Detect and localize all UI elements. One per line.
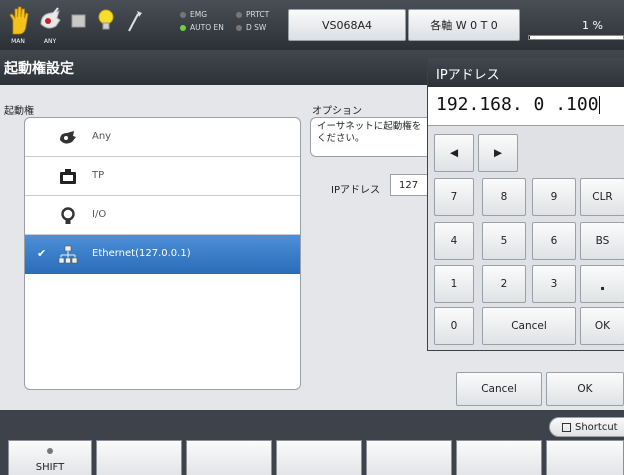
teach-pendant-icon xyxy=(58,167,78,187)
list-item-label: Any xyxy=(92,131,112,142)
ip-value-display[interactable]: 192.168. 0 .100 xyxy=(428,87,624,126)
list-item-label: Ethernet(127.0.0.1) xyxy=(92,248,191,259)
key-8[interactable]: 8 xyxy=(482,178,526,216)
shortcut-button[interactable]: Shortcut xyxy=(549,417,624,437)
tool-icon[interactable] xyxy=(120,4,148,46)
list-item-tp[interactable]: TP xyxy=(25,157,300,196)
list-item-ethernet[interactable]: ✔ Ethernet(127.0.0.1) xyxy=(25,235,300,274)
list-item-label: TP xyxy=(92,170,105,181)
decimal-point-button[interactable]: . xyxy=(580,265,624,303)
speed-percent: 1 % xyxy=(582,19,603,32)
shift-label: SHIFT xyxy=(35,462,65,473)
dsw-label: D SW xyxy=(246,23,267,32)
shift-led-icon xyxy=(47,448,53,454)
function-key-1[interactable] xyxy=(96,440,182,475)
ip-address-label: IPアドレス xyxy=(331,185,380,196)
speed-bar-fill xyxy=(529,36,530,39)
speed-indicator[interactable]: 1 % xyxy=(522,9,624,41)
manual-mode-icon[interactable]: MAN xyxy=(4,4,32,46)
io-bulb-icon xyxy=(58,206,78,226)
keypad-title: IPアドレス xyxy=(428,58,624,87)
function-key-4[interactable] xyxy=(366,440,452,475)
cursor-right-button[interactable]: ▶ xyxy=(478,134,518,172)
dsw-indicator-icon xyxy=(236,24,242,31)
any-mode-icon[interactable]: ANY xyxy=(36,4,64,46)
options-header: オプション xyxy=(312,106,362,117)
prtct-indicator-icon xyxy=(236,11,242,18)
key-6[interactable]: 6 xyxy=(532,222,576,260)
top-toolbar: MAN ANY EMG PRTCT AUTO EN D SW VS068A4 各… xyxy=(0,0,624,50)
list-item-label: I/O xyxy=(92,209,107,220)
key-0[interactable]: 0 xyxy=(434,307,474,345)
backspace-button[interactable]: BS xyxy=(580,222,624,260)
text-caret xyxy=(598,96,600,114)
key-2[interactable]: 2 xyxy=(482,265,526,303)
clear-button[interactable]: CLR xyxy=(580,178,624,216)
function-key-5[interactable] xyxy=(456,440,542,475)
emg-label: EMG xyxy=(190,10,208,19)
cancel-button[interactable]: Cancel xyxy=(456,372,542,406)
speed-bar xyxy=(528,35,624,40)
prtct-label: PRTCT xyxy=(246,10,270,19)
key-3[interactable]: 3 xyxy=(532,265,576,303)
auto-en-label: AUTO EN xyxy=(190,23,224,32)
ip-keypad-dialog: IPアドレス 192.168. 0 .100 ◀ ▶ 7 8 9 CLR 4 5… xyxy=(427,58,624,351)
options-line-1: イーサネットに起動権を xyxy=(317,121,422,132)
man-label: MAN xyxy=(11,38,25,45)
launch-right-list: Any TP I/O ✔ Ethernet(127.0.0.1) xyxy=(24,117,301,390)
network-icon xyxy=(58,245,78,265)
key-5[interactable]: 5 xyxy=(482,222,526,260)
axis-mode-button[interactable]: 各軸 W 0 T 0 xyxy=(408,9,520,41)
function-key-2[interactable] xyxy=(186,440,272,475)
shift-key[interactable]: SHIFT xyxy=(8,440,92,475)
robot-name-button[interactable]: VS068A4 xyxy=(288,9,406,41)
keypad-ok-button[interactable]: OK xyxy=(580,307,624,345)
shortcut-label: Shortcut xyxy=(575,421,618,433)
list-item-io[interactable]: I/O xyxy=(25,196,300,235)
cursor-left-button[interactable]: ◀ xyxy=(434,134,474,172)
key-9[interactable]: 9 xyxy=(532,178,576,216)
status-indicators: EMG PRTCT AUTO EN D SW xyxy=(180,10,288,40)
shortcut-icon xyxy=(562,422,571,432)
ip-address-field[interactable]: 127 xyxy=(390,174,428,196)
options-line-2: ください。 xyxy=(317,133,365,144)
key-4[interactable]: 4 xyxy=(434,222,474,260)
ip-value-text: 192.168. 0 .100 xyxy=(436,94,599,115)
ok-button[interactable]: OK xyxy=(546,372,624,406)
check-icon: ✔ xyxy=(37,247,47,260)
teach-pendant-any-icon xyxy=(58,128,78,148)
key-7[interactable]: 7 xyxy=(434,178,474,216)
page-title: 起動権設定 xyxy=(4,61,74,77)
key-1[interactable]: 1 xyxy=(434,265,474,303)
stop-square-icon[interactable] xyxy=(64,4,92,46)
launch-right-header: 起動権 xyxy=(4,106,34,117)
emg-indicator-icon xyxy=(180,11,186,18)
any-label: ANY xyxy=(43,38,57,45)
function-key-3[interactable] xyxy=(276,440,362,475)
keypad-cancel-button[interactable]: Cancel xyxy=(482,307,576,345)
list-item-any[interactable]: Any xyxy=(25,118,300,157)
options-description: イーサネットに起動権を ください。 xyxy=(310,117,428,157)
function-key-6[interactable] xyxy=(546,440,624,475)
auto-en-indicator-icon xyxy=(180,24,186,31)
light-bulb-icon[interactable] xyxy=(92,4,120,46)
